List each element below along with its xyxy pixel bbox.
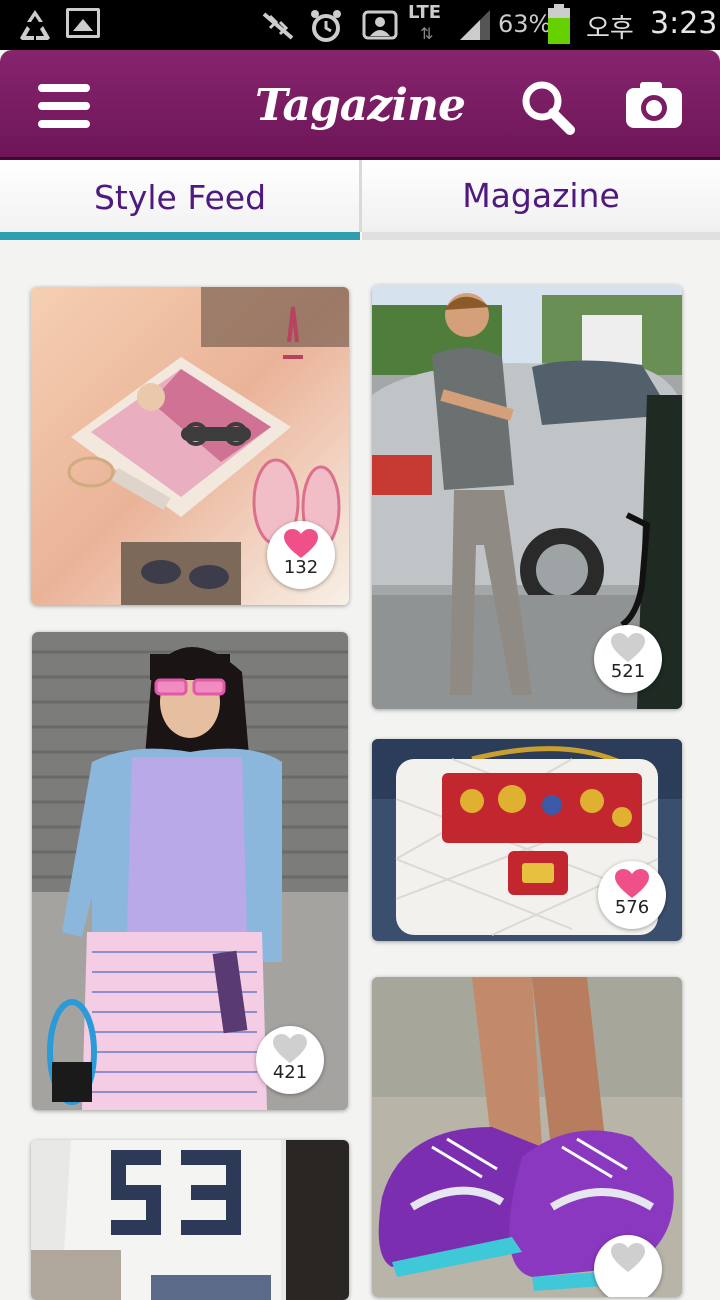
like-button[interactable]: 521	[594, 625, 662, 693]
tab-bar: Style Feed Magazine	[0, 160, 720, 240]
data-activity-icon: ⇅	[420, 24, 434, 43]
gallery-icon	[66, 8, 100, 38]
account-icon	[362, 10, 398, 40]
tab-style-feed[interactable]: Style Feed	[0, 160, 360, 240]
like-button[interactable]: 576	[598, 861, 666, 929]
tab-magazine[interactable]: Magazine	[362, 160, 720, 240]
time-ampm: 오후	[586, 14, 634, 44]
heart-icon	[284, 529, 318, 558]
like-count: 132	[283, 557, 319, 578]
like-button[interactable]: 421	[256, 1026, 324, 1094]
feed-card[interactable]: 132	[31, 287, 349, 605]
battery-icon	[548, 4, 570, 44]
like-count: 576	[614, 897, 650, 918]
clock: 3:23	[650, 6, 718, 41]
feed-card[interactable]	[31, 1140, 349, 1300]
no-sim-icon	[262, 12, 294, 40]
heart-icon	[611, 1243, 645, 1272]
app-bar: Tagazine	[0, 50, 720, 160]
style-feed-grid: 132 521 421 576	[0, 240, 720, 1300]
alarm-icon	[311, 10, 341, 42]
camera-icon[interactable]	[624, 80, 684, 130]
menu-icon	[38, 84, 90, 92]
heart-icon	[615, 869, 649, 898]
like-button[interactable]	[594, 1235, 662, 1297]
like-count: 421	[272, 1062, 308, 1083]
feed-card[interactable]	[372, 977, 682, 1297]
like-button[interactable]: 132	[267, 521, 335, 589]
app-logo: Tagazine	[254, 80, 466, 131]
feed-photo	[31, 1140, 349, 1300]
feed-card[interactable]: 576	[372, 739, 682, 941]
recycle-icon	[20, 10, 50, 40]
menu-button[interactable]	[38, 84, 90, 128]
status-bar: LTE ⇅ 63% 오후 3:23	[0, 0, 720, 50]
feed-card[interactable]: 521	[372, 285, 682, 709]
heart-icon	[273, 1034, 307, 1063]
network-type: LTE	[408, 2, 442, 23]
battery-percent: 63%	[498, 10, 552, 38]
heart-icon	[611, 633, 645, 662]
search-icon[interactable]	[518, 78, 576, 136]
feed-card[interactable]: 421	[32, 632, 348, 1110]
like-count: 521	[610, 661, 646, 682]
signal-icon	[460, 10, 490, 40]
